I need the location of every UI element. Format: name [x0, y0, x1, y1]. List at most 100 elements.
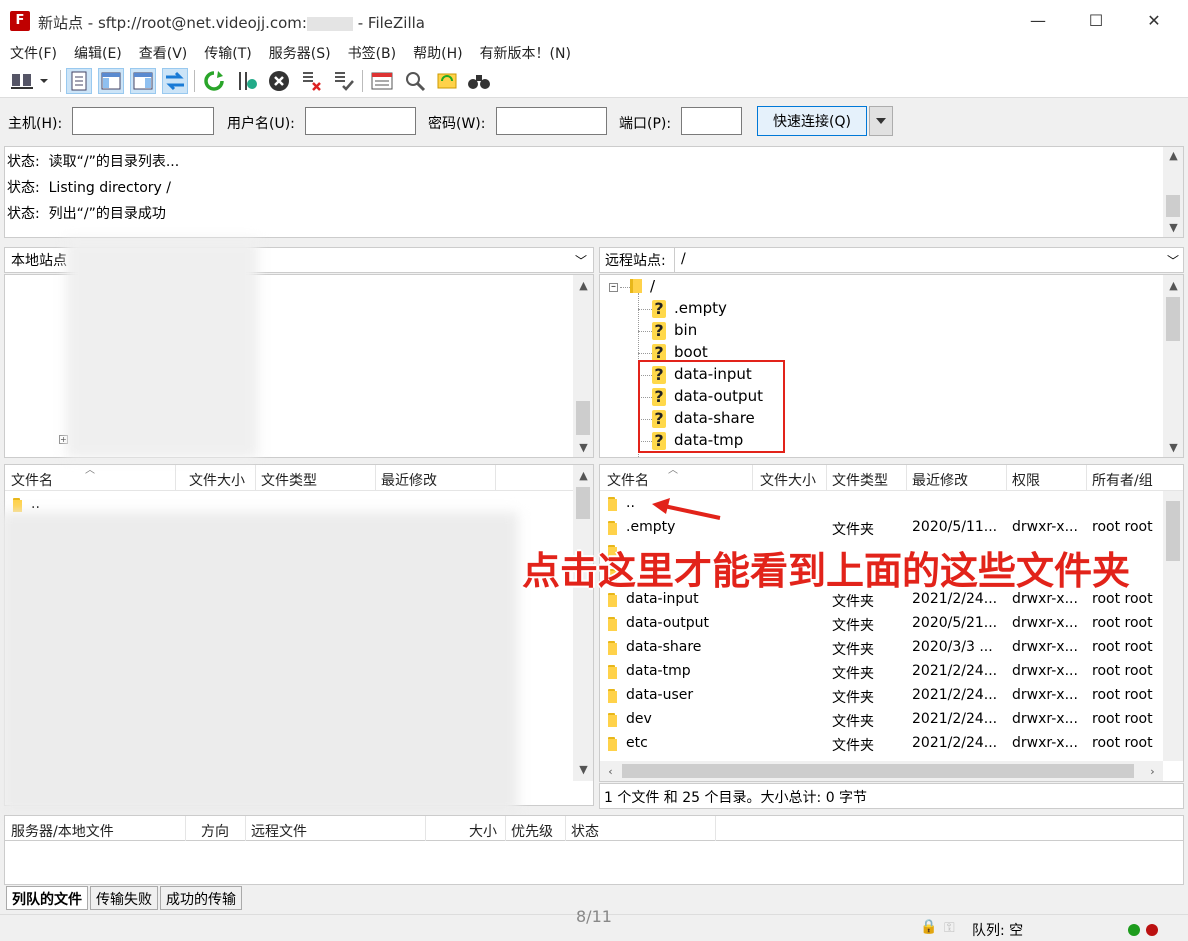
column-filesize[interactable]: 文件大小	[189, 470, 245, 490]
folder-icon	[608, 497, 621, 511]
remote-path-dropdown-icon[interactable]: ﹀	[1167, 252, 1179, 269]
column-permissions[interactable]: 权限	[1012, 470, 1040, 490]
table-row[interactable]: data-user 文件夹 2021/2/24... drwxr-x... root r…	[600, 684, 1160, 708]
lock-icon: 🔒	[920, 919, 938, 935]
tree-item[interactable]: ? boot	[652, 343, 708, 362]
column-filesize[interactable]: 文件大小	[760, 470, 816, 490]
cell-owner: root root	[1092, 711, 1153, 727]
username-input[interactable]	[305, 107, 416, 135]
column-priority[interactable]: 优先级	[511, 821, 553, 841]
cell-owner: root root	[1092, 735, 1153, 751]
remote-path-input[interactable]: /	[674, 248, 1183, 272]
folder-icon	[608, 689, 621, 703]
column-direction[interactable]: 方向	[201, 821, 229, 841]
menu-server[interactable]: 服务器(S)	[259, 43, 338, 63]
column-filename[interactable]: 文件名	[11, 470, 53, 490]
cell-modified: 2021/2/24...	[912, 687, 998, 703]
port-input[interactable]	[681, 107, 742, 135]
tab-successful-transfers[interactable]: 成功的传输	[160, 886, 242, 910]
menu-new-version[interactable]: 有新版本！(N)	[470, 43, 578, 63]
log-scrollbar[interactable]: ▲ ▼	[1163, 147, 1183, 237]
column-filename[interactable]: 文件名	[607, 470, 649, 490]
cell-type: 文件夹	[832, 618, 874, 634]
table-row[interactable]: data-tmp 文件夹 2021/2/24... drwxr-x... root ro…	[600, 660, 1160, 684]
menu-bookmarks[interactable]: 书签(B)	[338, 43, 404, 63]
tree-item[interactable]: ? bin	[652, 321, 697, 340]
remote-list-scrollbar[interactable]	[1163, 491, 1183, 761]
annotation-arrow-icon	[652, 498, 721, 520]
password-input[interactable]	[496, 107, 607, 135]
toggle-log-icon[interactable]	[66, 68, 92, 94]
reconnect-icon[interactable]	[331, 68, 357, 94]
directory-listing-filter-icon[interactable]	[369, 68, 395, 94]
column-size[interactable]: 大小	[469, 821, 497, 841]
menu-edit[interactable]: 编辑(E)	[64, 43, 129, 63]
remote-summary: 1 个文件 和 25 个目录。大小总计: 0 字节	[599, 783, 1184, 809]
host-input[interactable]	[72, 107, 214, 135]
username-label: 用户名(U):	[227, 116, 295, 132]
port-label: 端口(P):	[619, 116, 672, 132]
cancel-icon[interactable]	[266, 68, 292, 94]
cell-type: 文件夹	[832, 738, 874, 754]
column-remote-file[interactable]: 远程文件	[251, 821, 307, 841]
menu-transfer[interactable]: 传输(T)	[194, 43, 258, 63]
quickconnect-dropdown-icon[interactable]	[869, 106, 893, 136]
compare-icon[interactable]	[402, 68, 428, 94]
remote-tree-scrollbar[interactable]: ▲ ▼	[1163, 275, 1183, 457]
cell-owner: root root	[1092, 663, 1153, 679]
table-row[interactable]: data-output 文件夹 2020/5/21... drwxr-x... root…	[600, 612, 1160, 636]
tree-collapse-icon[interactable]: –	[609, 282, 618, 292]
site-manager-icon[interactable]	[8, 68, 52, 94]
cell-type: 文件夹	[832, 642, 874, 658]
menu-file[interactable]: 文件(F)	[0, 43, 64, 63]
local-list-scrollbar[interactable]: ▲ ▼	[573, 465, 593, 781]
message-log: 状态: 读取“/”的目录列表... 状态: Listing directory …	[4, 146, 1184, 238]
table-row[interactable]: data-share 文件夹 2020/3/3 ... drwxr-x... root …	[600, 636, 1160, 660]
column-owner[interactable]: 所有者/组	[1092, 470, 1153, 490]
process-queue-icon[interactable]	[234, 68, 260, 94]
column-filetype[interactable]: 文件类型	[261, 470, 317, 490]
minimize-button[interactable]: —	[1018, 8, 1058, 34]
toggle-local-tree-icon[interactable]	[98, 68, 124, 94]
maximize-button[interactable]: ☐	[1076, 8, 1116, 34]
folder-icon	[630, 279, 642, 293]
local-tree-scrollbar[interactable]: ▲ ▼	[573, 275, 593, 457]
toolbar	[0, 64, 1188, 98]
folder-icon	[608, 737, 621, 751]
local-column-header: 文件名 ︿ 文件大小 文件类型 最近修改	[5, 465, 573, 491]
local-path-dropdown-icon[interactable]: ﹀	[575, 252, 587, 269]
table-row[interactable]: etc 文件夹 2021/2/24... drwxr-x... root root	[600, 732, 1160, 756]
menu-help[interactable]: 帮助(H)	[403, 43, 469, 63]
menu-bar: 文件(F) 编辑(E) 查看(V) 传输(T) 服务器(S) 书签(B) 帮助(…	[0, 42, 1188, 64]
log-line: 状态: Listing directory /	[7, 180, 171, 196]
tree-root-label[interactable]: /	[650, 277, 655, 295]
tab-failed-transfers[interactable]: 传输失败	[90, 886, 158, 910]
column-filetype[interactable]: 文件类型	[832, 470, 888, 490]
sync-browsing-icon[interactable]	[434, 68, 460, 94]
column-server-local-file[interactable]: 服务器/本地文件	[11, 821, 114, 841]
remote-site-bar: 远程站点: / ﹀	[599, 247, 1184, 273]
column-status[interactable]: 状态	[571, 821, 599, 841]
filezilla-logo-icon: F	[10, 11, 30, 31]
cell-modified: 2021/2/24...	[912, 711, 998, 727]
password-label: 密码(W):	[428, 116, 486, 132]
search-icon[interactable]	[466, 68, 492, 94]
column-modified[interactable]: 最近修改	[381, 470, 437, 490]
toggle-queue-icon[interactable]	[162, 68, 188, 94]
menu-view[interactable]: 查看(V)	[129, 43, 195, 63]
status-bar: 8/11 🔒 ⚿ 队列: 空	[0, 907, 1188, 941]
close-button[interactable]: ✕	[1134, 8, 1174, 34]
refresh-icon[interactable]	[201, 68, 227, 94]
toggle-remote-tree-icon[interactable]	[130, 68, 156, 94]
table-row[interactable]: dev 文件夹 2021/2/24... drwxr-x... root root	[600, 708, 1160, 732]
quickconnect-button[interactable]: 快速连接(Q)	[757, 106, 867, 136]
redacted-area	[0, 512, 518, 814]
disconnect-icon[interactable]	[299, 68, 325, 94]
tab-queued-files[interactable]: 列队的文件	[6, 886, 88, 910]
tree-item[interactable]: ? .empty	[652, 299, 727, 318]
cell-name: data-output	[626, 615, 710, 631]
sort-asc-icon: ︿	[668, 465, 678, 476]
column-modified[interactable]: 最近修改	[912, 470, 968, 490]
cell-name: etc	[626, 735, 648, 751]
remote-list-hscrollbar[interactable]: ‹ ›	[600, 761, 1163, 781]
